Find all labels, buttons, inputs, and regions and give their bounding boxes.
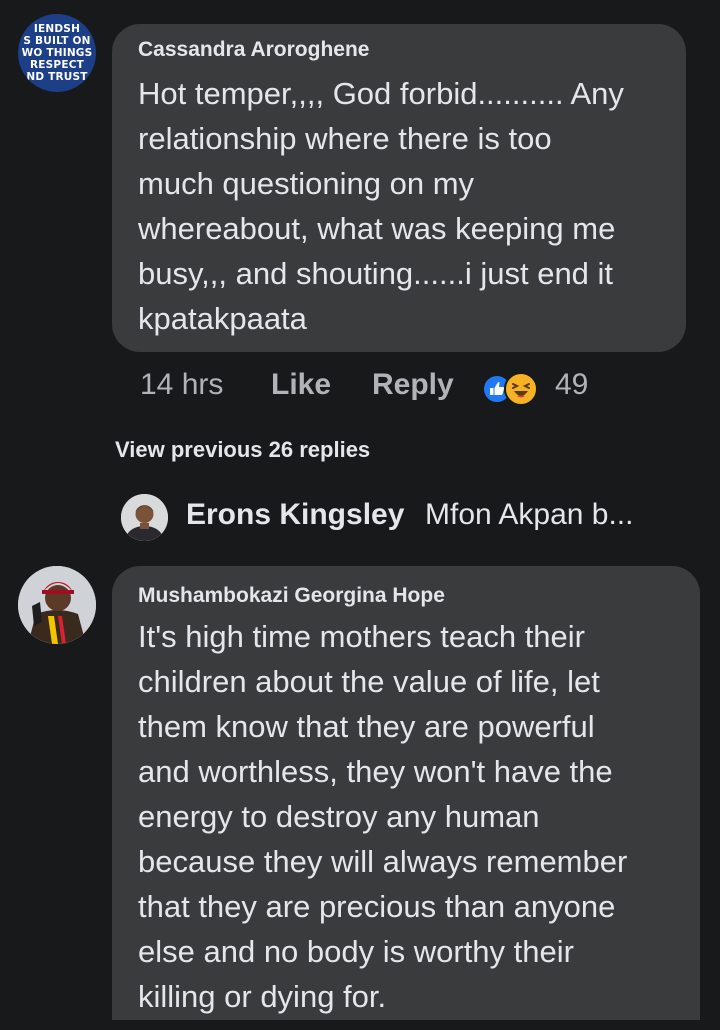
comment-text: It's high time mothers teach their child…: [138, 619, 628, 1014]
reply-author[interactable]: Erons Kingsley: [186, 498, 404, 532]
avatar[interactable]: [121, 494, 168, 541]
reactions-summary[interactable]: [482, 372, 544, 406]
avatar-text: IENDSH S BUILT ON WO THINGS RESPECT ND T…: [21, 23, 93, 83]
timestamp[interactable]: 14 hrs: [140, 368, 223, 402]
like-button[interactable]: Like: [271, 368, 331, 402]
divider: [0, 1020, 720, 1030]
comment-author[interactable]: Cassandra Aroroghene: [138, 38, 369, 62]
comment-bubble: Cassandra Aroroghene Hot temper,,,, God …: [112, 24, 686, 352]
view-previous-replies-link[interactable]: View previous 26 replies: [115, 437, 370, 463]
comment-actions: 14 hrs Like Reply 49: [0, 368, 720, 410]
haha-icon: [504, 372, 538, 406]
avatar[interactable]: IENDSH S BUILT ON WO THINGS RESPECT ND T…: [18, 14, 96, 92]
reply-preview-text[interactable]: Mfon Akpan b...: [425, 498, 633, 532]
avatar[interactable]: [18, 566, 96, 644]
reaction-count[interactable]: 49: [555, 368, 588, 402]
comment-bubble: Mushambokazi Georgina Hope It's high tim…: [112, 566, 700, 1030]
comment-author[interactable]: Mushambokazi Georgina Hope: [138, 584, 445, 608]
reply-button[interactable]: Reply: [372, 368, 454, 402]
comment-text: Hot temper,,,, God forbid.......... Any …: [138, 76, 624, 336]
